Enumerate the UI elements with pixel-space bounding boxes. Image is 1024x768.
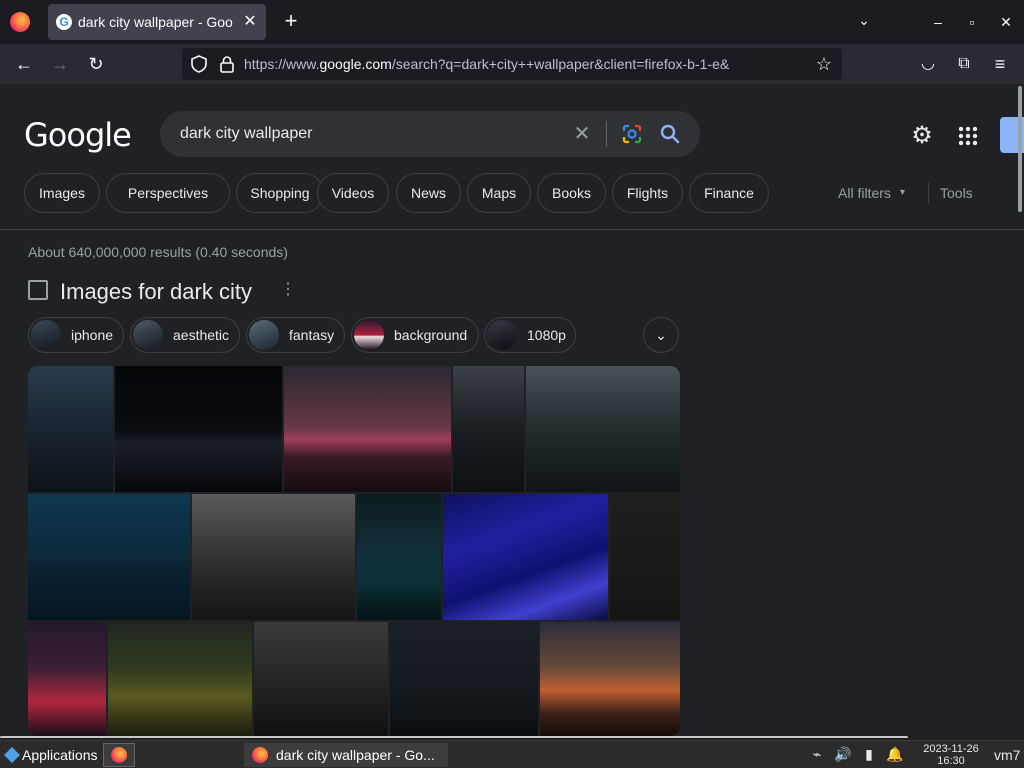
volume-icon[interactable]: 🔊 bbox=[834, 745, 852, 763]
filter-chip-maps[interactable]: Maps bbox=[467, 173, 531, 213]
filter-chip-flights[interactable]: Flights bbox=[612, 173, 683, 213]
clear-search-icon[interactable]: ✕ bbox=[570, 122, 594, 146]
filter-chip-videos[interactable]: Videos bbox=[317, 173, 389, 213]
browser-tab[interactable]: G dark city wallpaper - Goo ✕ bbox=[48, 4, 266, 40]
caret-down-icon: ▾ bbox=[900, 187, 906, 198]
tab-bar: G dark city wallpaper - Goo ✕ + ⌄ – ▫ ✕ bbox=[0, 0, 1024, 44]
image-result[interactable] bbox=[192, 494, 355, 620]
pocket-icon[interactable]: ◡ bbox=[916, 52, 940, 76]
minimize-button[interactable]: – bbox=[928, 12, 948, 32]
tools-divider bbox=[928, 182, 929, 204]
firefox-icon bbox=[111, 747, 127, 763]
result-stats: About 640,000,000 results (0.40 seconds) bbox=[28, 244, 288, 260]
close-window-button[interactable]: ✕ bbox=[996, 12, 1016, 32]
refinement-thumbnail bbox=[31, 320, 61, 350]
google-lens-icon[interactable] bbox=[620, 122, 644, 146]
refinement-thumbnail bbox=[487, 320, 517, 350]
refinement-chip-iphone[interactable]: iphone bbox=[28, 317, 124, 353]
image-result[interactable] bbox=[28, 366, 113, 492]
image-result[interactable] bbox=[108, 622, 252, 736]
forward-button[interactable]: → bbox=[48, 52, 72, 76]
search-input[interactable]: dark city wallpaper bbox=[180, 125, 313, 143]
image-result[interactable] bbox=[357, 494, 441, 620]
filter-chip-shopping[interactable]: Shopping bbox=[236, 173, 324, 213]
image-result[interactable] bbox=[443, 494, 608, 620]
taskbar-firefox-launcher[interactable] bbox=[103, 743, 135, 767]
image-result[interactable] bbox=[540, 622, 680, 736]
network-icon[interactable]: ⌁ bbox=[808, 745, 826, 763]
url-text[interactable]: https://www.google.com/search?q=dark+cit… bbox=[244, 56, 810, 72]
image-result[interactable] bbox=[526, 366, 680, 492]
search-divider bbox=[606, 121, 607, 147]
tracking-shield-icon[interactable] bbox=[190, 55, 208, 73]
tab-title: dark city wallpaper - Goo bbox=[78, 14, 233, 30]
clock[interactable]: 2023-11-26 16:30 bbox=[916, 743, 986, 767]
filter-chip-books[interactable]: Books bbox=[537, 173, 606, 213]
clock-time: 16:30 bbox=[937, 755, 965, 767]
applications-menu-label: Applications bbox=[22, 747, 98, 763]
image-result[interactable] bbox=[610, 494, 680, 620]
clock-date: 2023-11-26 bbox=[923, 743, 979, 755]
filter-chip-finance[interactable]: Finance bbox=[689, 173, 769, 213]
refinement-thumbnail bbox=[133, 320, 163, 350]
image-result[interactable] bbox=[115, 366, 282, 492]
firefox-icon[interactable] bbox=[10, 12, 30, 32]
taskbar-window-title: dark city wallpaper - Go... bbox=[276, 747, 435, 763]
tab-close-icon[interactable]: ✕ bbox=[240, 12, 260, 32]
expand-refinements-chevron-icon[interactable]: ⌄ bbox=[643, 317, 679, 353]
notifications-bell-icon[interactable]: 🔔 bbox=[886, 745, 904, 763]
bookmark-star-icon[interactable]: ☆ bbox=[814, 54, 834, 74]
applications-menu-button[interactable]: Applications bbox=[2, 743, 102, 767]
maximize-button[interactable]: ▫ bbox=[962, 12, 982, 32]
firefox-icon bbox=[252, 747, 268, 763]
desktop-taskbar: Applications dark city wallpaper - Go...… bbox=[0, 740, 1024, 768]
refinement-chip-aesthetic[interactable]: aesthetic bbox=[130, 317, 240, 353]
header-divider bbox=[0, 229, 1024, 230]
battery-icon[interactable]: ▮ bbox=[860, 745, 878, 763]
search-icon[interactable] bbox=[658, 122, 682, 146]
back-button[interactable]: ← bbox=[12, 52, 36, 76]
app-menu-icon[interactable]: ≡ bbox=[988, 52, 1012, 76]
image-icon bbox=[28, 280, 48, 300]
refinement-chip-background[interactable]: background bbox=[351, 317, 479, 353]
tab-list-chevron-icon[interactable]: ⌄ bbox=[854, 12, 874, 32]
refinement-chip-1080p[interactable]: 1080p bbox=[484, 317, 576, 353]
filter-chip-images[interactable]: Images bbox=[24, 173, 100, 213]
google-favicon-icon: G bbox=[56, 14, 72, 30]
image-result[interactable] bbox=[28, 622, 106, 736]
filter-chip-news[interactable]: News bbox=[396, 173, 461, 213]
horizontal-scrollbar[interactable] bbox=[0, 736, 908, 738]
refinement-thumbnail bbox=[249, 320, 279, 350]
refinement-chip-fantasy[interactable]: fantasy bbox=[246, 317, 345, 353]
image-results-grid bbox=[28, 366, 680, 736]
image-result[interactable] bbox=[390, 622, 538, 736]
url-bar[interactable]: https://www.google.com/search?q=dark+cit… bbox=[182, 48, 842, 80]
extensions-icon[interactable]: ⧉ bbox=[952, 52, 976, 76]
more-options-icon[interactable]: ⋮ bbox=[280, 280, 296, 300]
tools-button[interactable]: Tools bbox=[940, 185, 973, 201]
image-result[interactable] bbox=[28, 494, 190, 620]
taskbar-window-button[interactable]: dark city wallpaper - Go... bbox=[244, 743, 448, 767]
lock-icon[interactable] bbox=[218, 55, 236, 73]
new-tab-button[interactable]: + bbox=[280, 10, 302, 32]
reload-button[interactable]: ↻ bbox=[84, 52, 108, 76]
applications-menu-icon bbox=[4, 747, 20, 763]
images-section-heading[interactable]: Images for dark city bbox=[60, 279, 252, 305]
vertical-scrollbar[interactable] bbox=[1018, 86, 1022, 212]
filter-chip-perspectives[interactable]: Perspectives bbox=[106, 173, 230, 213]
google-results-page: Google dark city wallpaper ✕ ⚙ Images Pe… bbox=[0, 84, 1024, 738]
settings-gear-icon[interactable]: ⚙ bbox=[908, 122, 936, 150]
image-result[interactable] bbox=[284, 366, 451, 492]
image-result[interactable] bbox=[453, 366, 524, 492]
google-apps-icon[interactable] bbox=[956, 124, 980, 148]
navigation-toolbar: ← → ↻ https://www.google.com/search?q=da… bbox=[0, 44, 1024, 84]
image-result[interactable] bbox=[254, 622, 388, 736]
google-logo[interactable]: Google bbox=[24, 116, 132, 154]
hostname-label: vm7 bbox=[994, 747, 1021, 763]
all-filters-button[interactable]: All filters bbox=[838, 185, 891, 201]
search-box[interactable]: dark city wallpaper ✕ bbox=[160, 111, 700, 157]
refinement-thumbnail bbox=[354, 320, 384, 350]
